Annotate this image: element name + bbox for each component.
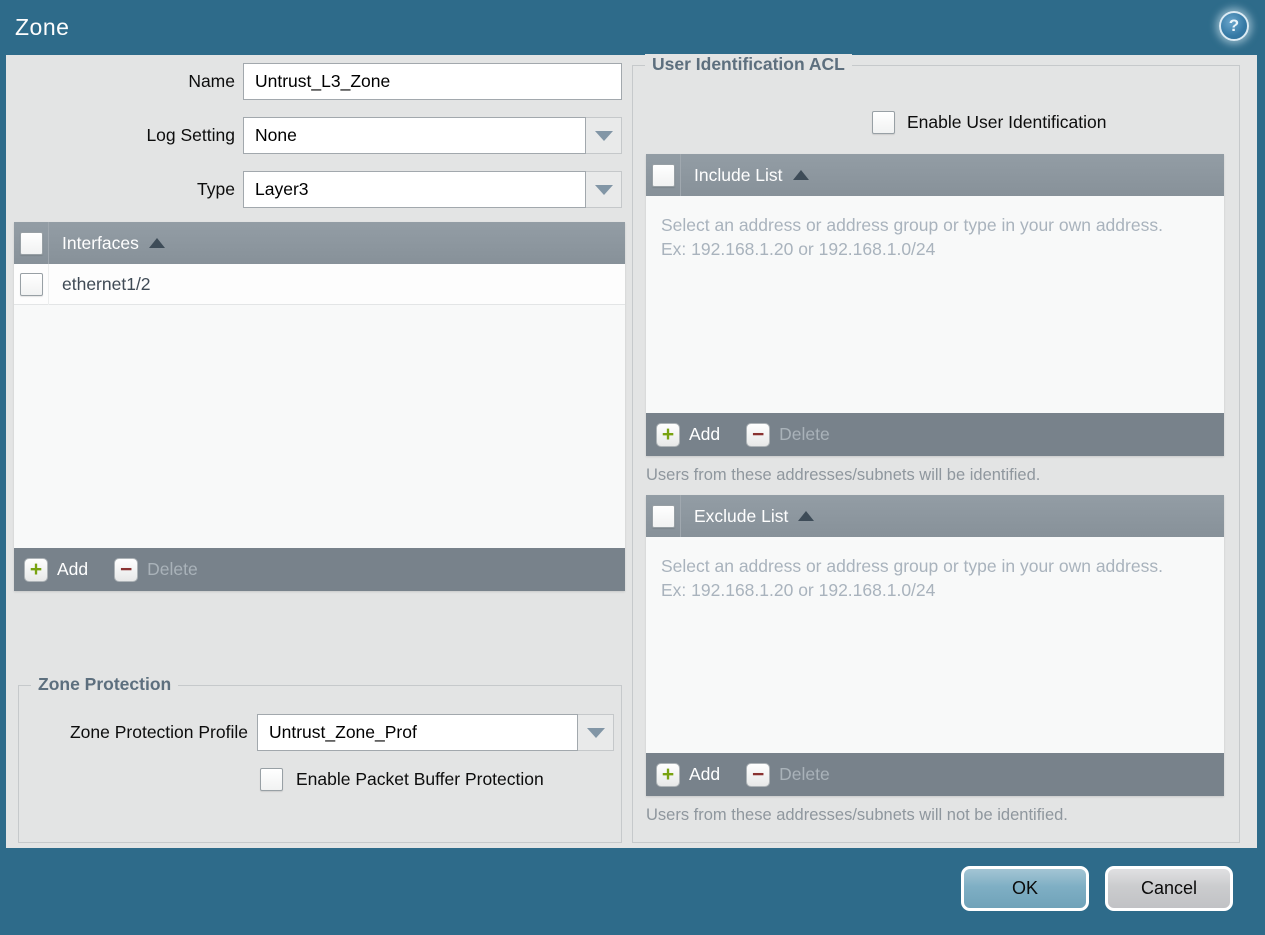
- enable-packet-buffer-protection-checkbox[interactable]: [260, 768, 283, 791]
- type-label: Type: [197, 179, 235, 199]
- sort-ascending-icon[interactable]: [148, 238, 165, 248]
- exclude-list-table: Exclude List Select an address or addres…: [646, 495, 1224, 796]
- type-dropdown[interactable]: Layer3: [243, 171, 622, 208]
- interfaces-table-body: ethernet1/2: [14, 264, 625, 548]
- add-exclude-button[interactable]: + Add: [656, 762, 720, 787]
- delete-exclude-button[interactable]: − Delete: [746, 762, 830, 787]
- interfaces-table-toolbar: + Add − Delete: [14, 548, 625, 591]
- include-list-placeholder: Select an address or address group or ty…: [661, 215, 1163, 260]
- exclude-list-placeholder: Select an address or address group or ty…: [661, 556, 1163, 601]
- cancel-button[interactable]: Cancel: [1105, 866, 1233, 911]
- include-select-all-checkbox[interactable]: [651, 163, 675, 187]
- include-list-table: Include List Select an address or addres…: [646, 154, 1224, 456]
- add-include-button[interactable]: + Add: [656, 422, 720, 447]
- include-list-column-header[interactable]: Include List: [694, 165, 783, 186]
- include-list-toolbar: + Add − Delete: [646, 413, 1224, 456]
- interfaces-column-header[interactable]: Interfaces: [62, 233, 139, 254]
- help-icon[interactable]: ?: [1219, 11, 1249, 41]
- exclude-list-column-header[interactable]: Exclude List: [694, 506, 788, 527]
- zone-dialog: { "dialog": { "title": "Zone" }, "icons"…: [0, 0, 1265, 935]
- interfaces-select-all-checkbox[interactable]: [19, 231, 43, 255]
- zone-protection-section: Zone Protection Zone Protection Profile …: [18, 674, 622, 843]
- zone-protection-profile-value: Untrust_Zone_Prof: [257, 714, 578, 751]
- enable-user-identification-row: Enable User Identification: [872, 111, 1106, 134]
- name-label: Name: [188, 71, 235, 91]
- log-setting-dropdown[interactable]: None: [243, 117, 622, 154]
- include-list-header: Include List: [646, 154, 1224, 196]
- name-input[interactable]: Untrust_L3_Zone: [243, 63, 622, 100]
- sort-ascending-icon[interactable]: [792, 170, 809, 180]
- delete-icon: −: [114, 557, 139, 582]
- user-identification-legend: User Identification ACL: [645, 54, 852, 75]
- dialog-titlebar: Zone ?: [0, 0, 1265, 55]
- interface-row-checkbox[interactable]: [19, 272, 43, 296]
- user-identification-section: User Identification ACL Enable User Iden…: [632, 54, 1240, 843]
- include-list-body[interactable]: Select an address or address group or ty…: [646, 196, 1224, 413]
- interfaces-table: Interfaces ethernet1/2 + Add − Delete: [14, 222, 625, 591]
- delete-interface-button[interactable]: − Delete: [114, 557, 198, 582]
- table-row[interactable]: ethernet1/2: [14, 264, 625, 305]
- type-value: Layer3: [243, 171, 586, 208]
- type-dropdown-arrow-icon[interactable]: [586, 171, 622, 208]
- packet-buffer-row: Enable Packet Buffer Protection: [260, 768, 544, 791]
- zone-protection-profile-dropdown-arrow-icon[interactable]: [578, 714, 614, 751]
- sort-ascending-icon[interactable]: [798, 511, 815, 521]
- delete-icon: −: [746, 762, 771, 787]
- exclude-list-body[interactable]: Select an address or address group or ty…: [646, 537, 1224, 753]
- interfaces-table-header: Interfaces: [14, 222, 625, 264]
- dialog-title: Zone: [15, 14, 70, 40]
- ok-button[interactable]: OK: [961, 866, 1089, 911]
- add-icon: +: [656, 762, 680, 787]
- delete-include-button[interactable]: − Delete: [746, 422, 830, 447]
- enable-user-identification-checkbox[interactable]: [872, 111, 895, 134]
- dialog-body: Name Untrust_L3_Zone Log Setting None Ty…: [6, 54, 1257, 848]
- log-setting-value: None: [243, 117, 586, 154]
- exclude-list-header: Exclude List: [646, 495, 1224, 537]
- exclude-select-all-checkbox[interactable]: [651, 504, 675, 528]
- name-value: Untrust_L3_Zone: [255, 71, 391, 91]
- zone-protection-profile-label: Zone Protection Profile: [69, 722, 248, 742]
- interface-name: ethernet1/2: [62, 273, 151, 294]
- log-setting-dropdown-arrow-icon[interactable]: [586, 117, 622, 154]
- enable-user-identification-label: Enable User Identification: [907, 112, 1107, 132]
- log-setting-label: Log Setting: [146, 125, 235, 145]
- include-list-caption: Users from these addresses/subnets will …: [646, 466, 1041, 484]
- exclude-list-caption: Users from these addresses/subnets will …: [646, 806, 1068, 824]
- exclude-list-toolbar: + Add − Delete: [646, 753, 1224, 796]
- add-icon: +: [24, 557, 48, 582]
- add-icon: +: [656, 422, 680, 447]
- delete-icon: −: [746, 422, 771, 447]
- zone-protection-profile-dropdown[interactable]: Untrust_Zone_Prof: [257, 714, 614, 751]
- zone-protection-legend: Zone Protection: [31, 674, 179, 695]
- add-interface-button[interactable]: + Add: [24, 557, 88, 582]
- packet-buffer-label: Enable Packet Buffer Protection: [296, 769, 544, 789]
